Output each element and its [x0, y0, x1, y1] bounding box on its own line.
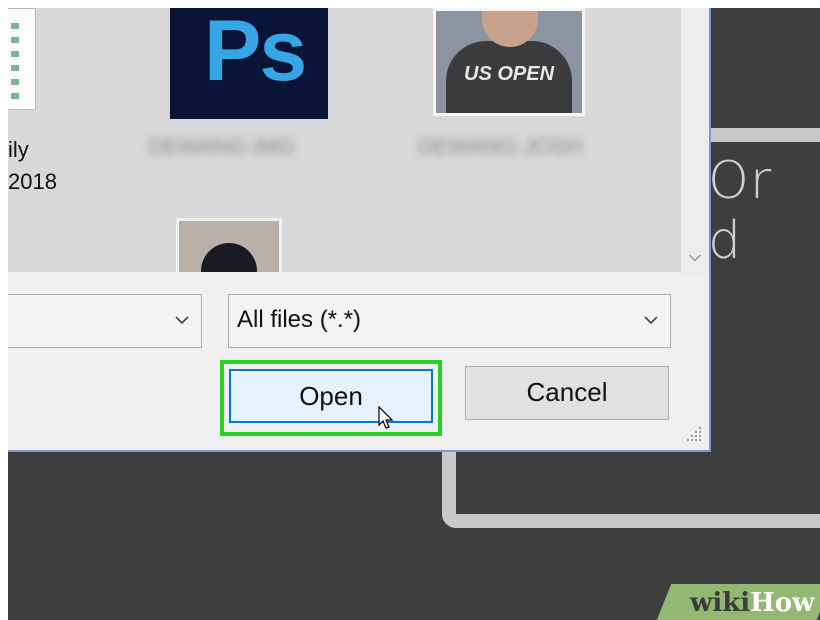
- screen: Or d ily 2018 Ps DEWANG-IMG US OPEN DEWA…: [8, 8, 820, 620]
- chevron-down-icon: [175, 316, 189, 325]
- file-list-pane[interactable]: ily 2018 Ps DEWANG-IMG US OPEN DEWANG-JO…: [8, 8, 681, 272]
- file-list-scrollbar[interactable]: ⌵: [681, 8, 709, 274]
- file-item-photo[interactable]: US OPEN DEWANG-JOSH: [8, 8, 628, 178]
- open-file-dialog: ily 2018 Ps DEWANG-IMG US OPEN DEWANG-JO…: [8, 8, 711, 452]
- file-item-label: DEWANG-JOSH: [418, 134, 583, 159]
- photo-thumbnail: US OPEN: [433, 8, 585, 116]
- filetype-select[interactable]: All files (*.*): [228, 294, 671, 348]
- wikihow-logo: wikiHow: [690, 588, 815, 618]
- background-drop-text: Or d: [708, 151, 773, 271]
- open-button[interactable]: Open: [229, 369, 433, 423]
- filename-input[interactable]: [8, 294, 202, 348]
- file-item-photo-2[interactable]: [176, 218, 282, 272]
- chevron-down-icon: [644, 316, 658, 325]
- chevron-down-icon[interactable]: ⌵: [681, 244, 709, 268]
- resize-grip-icon[interactable]: [684, 424, 704, 444]
- mouse-cursor-icon: [378, 406, 394, 429]
- cancel-button[interactable]: Cancel: [465, 366, 669, 420]
